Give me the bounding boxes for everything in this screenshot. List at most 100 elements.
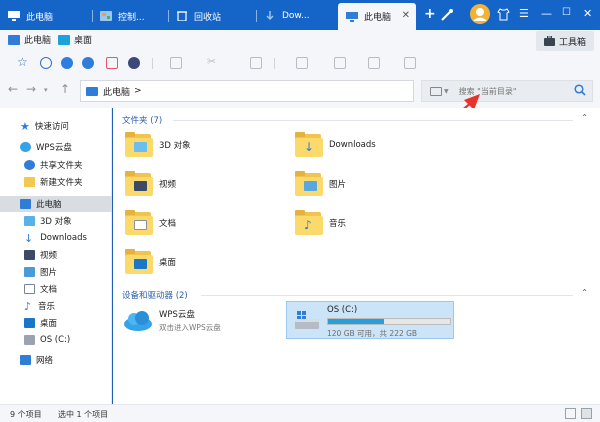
drive-name: OS (C:) xyxy=(327,305,358,315)
paste-icon[interactable] xyxy=(250,57,262,69)
wand-icon[interactable] xyxy=(440,8,454,22)
tab-bar: 此电脑 控制... 回收站 Dow... 此电脑 ✕ + ☰ — ☐ ✕ xyxy=(0,0,600,30)
devices-group-header[interactable]: 设备和驱动器 (2) xyxy=(122,289,188,301)
chevron-up-icon[interactable]: ⌃ xyxy=(581,113,588,122)
share-icon[interactable] xyxy=(82,57,94,69)
menu-icon[interactable]: ☰ xyxy=(519,7,529,20)
send-icon[interactable] xyxy=(61,57,73,69)
sidebar-item-music[interactable]: ♪ 音乐 xyxy=(0,298,112,314)
copy-icon[interactable] xyxy=(170,57,182,69)
shirt-icon[interactable] xyxy=(497,8,510,21)
window-close-icon[interactable]: ✕ xyxy=(583,7,592,20)
forward-arrow-icon[interactable]: → xyxy=(26,82,36,96)
tab-this-pc-1[interactable]: 此电脑 xyxy=(8,4,88,28)
video-icon xyxy=(24,250,35,260)
sidebar-item-downloads[interactable]: ↓ Downloads xyxy=(0,230,112,246)
briefcase-icon xyxy=(543,36,555,46)
sidebar-item-3d-objects[interactable]: 3D 对象 xyxy=(0,213,112,229)
sidebar-item-shared-folder[interactable]: 共享文件夹 xyxy=(0,157,112,173)
sidebar-item-network[interactable]: 网络 xyxy=(0,352,112,368)
sidebar-item-label: Downloads xyxy=(40,233,87,243)
clock-icon[interactable] xyxy=(40,57,52,69)
toolbox-button[interactable]: 工具箱 xyxy=(536,31,594,51)
tab-downloads[interactable]: Dow... xyxy=(264,4,332,28)
folder-icon xyxy=(125,132,153,158)
drive-free-space: 120 GB 可用，共 222 GB xyxy=(327,329,418,338)
sidebar-item-label: 图片 xyxy=(40,268,58,278)
group-divider xyxy=(173,120,573,121)
navigation-pane: ★ 快速访问 WPS云盘 共享文件夹 新建文件夹 此电脑 3D 对象 ↓ Dow… xyxy=(0,108,112,404)
person-icon[interactable] xyxy=(128,57,140,69)
tab-divider xyxy=(256,10,257,22)
rename-icon[interactable] xyxy=(368,57,380,69)
star-icon: ★ xyxy=(20,119,30,133)
search-icon[interactable] xyxy=(574,84,586,96)
sidebar-item-os-c[interactable]: OS (C:) xyxy=(0,332,112,348)
delete-icon[interactable] xyxy=(334,57,346,69)
sidebar-item-this-pc[interactable]: 此电脑 xyxy=(0,196,112,212)
address-bar[interactable]: 此电脑 > xyxy=(80,80,414,102)
desktop-icon xyxy=(58,34,70,45)
sidebar-item-quick-access[interactable]: ★ 快速访问 xyxy=(0,118,112,134)
drive-usage-bar xyxy=(327,318,451,325)
drive-os-c[interactable]: OS (C:) 120 GB 可用，共 222 GB xyxy=(286,301,454,339)
wps-cloud-name: WPS云盘 xyxy=(159,310,195,320)
quick-link-desktop[interactable]: 桌面 xyxy=(58,33,92,46)
tab-label: Dow... xyxy=(282,11,310,21)
folder-3d-objects[interactable]: 3D 对象 xyxy=(125,132,191,158)
folder-music[interactable]: ♪ 音乐 xyxy=(295,210,346,236)
tab-control-panel[interactable]: 控制... xyxy=(100,4,164,28)
back-arrow-icon[interactable]: ← xyxy=(8,82,18,96)
lock-icon[interactable] xyxy=(106,57,118,69)
maximize-icon[interactable]: ☐ xyxy=(562,7,571,18)
folder-pictures[interactable]: 图片 xyxy=(295,171,346,197)
folder-icon[interactable] xyxy=(296,57,308,69)
folder-icon xyxy=(24,177,35,187)
details-view-icon[interactable] xyxy=(565,408,576,419)
up-arrow-icon[interactable]: ↑ xyxy=(60,82,70,96)
sidebar-item-label: 3D 对象 xyxy=(40,217,72,227)
wps-cloud-item[interactable]: WPS云盘 双击进入WPS云盘 xyxy=(123,308,221,333)
sidebar-item-new-folder[interactable]: 新建文件夹 xyxy=(0,174,112,190)
drive-icon xyxy=(24,335,35,345)
cut-icon[interactable]: ✂ xyxy=(207,55,216,68)
folder-documents[interactable]: 文档 xyxy=(125,210,176,236)
folders-group-header[interactable]: 文件夹 (7) xyxy=(122,114,162,126)
address-path: 此电脑 xyxy=(103,87,131,98)
download-icon xyxy=(266,11,274,21)
music-icon: ♪ xyxy=(24,299,32,313)
avatar[interactable] xyxy=(470,4,490,24)
folder-icon: ↓ xyxy=(295,132,323,158)
close-icon[interactable]: ✕ xyxy=(402,10,410,21)
sidebar-item-desktop[interactable]: 桌面 xyxy=(0,315,112,331)
folder-icon xyxy=(295,171,323,197)
chevron-down-icon[interactable]: ▾ xyxy=(44,86,48,94)
recycle-bin-icon xyxy=(177,11,187,21)
drive-usage-fill xyxy=(328,319,385,324)
folder-videos[interactable]: 视频 xyxy=(125,171,176,197)
quick-link-this-pc[interactable]: 此电脑 xyxy=(8,33,51,46)
quick-link-label: 此电脑 xyxy=(24,36,52,46)
tab-recycle-bin[interactable]: 回收站 xyxy=(176,4,252,28)
address-row: ← → ▾ ↑ 此电脑 > ▼ xyxy=(0,74,600,108)
sidebar-item-pictures[interactable]: 图片 xyxy=(0,264,112,280)
tab-this-pc-active[interactable]: 此电脑 ✕ xyxy=(338,3,416,30)
folder-desktop[interactable]: 桌面 xyxy=(125,249,176,275)
tab-divider xyxy=(168,10,169,22)
tiles-view-icon[interactable] xyxy=(581,408,592,419)
sidebar-item-wps-cloud[interactable]: WPS云盘 xyxy=(0,139,112,155)
sidebar-item-label: OS (C:) xyxy=(40,335,71,345)
sidebar-item-label: 共享文件夹 xyxy=(40,161,83,171)
shared-folder-icon xyxy=(24,160,35,170)
chevron-up-icon[interactable]: ⌃ xyxy=(581,288,588,297)
new-tab-icon[interactable]: + xyxy=(424,6,436,22)
minimize-icon[interactable]: — xyxy=(541,7,552,20)
tab-label: 此电脑 xyxy=(364,13,392,23)
star-icon[interactable]: ☆ xyxy=(17,55,28,69)
folder-downloads[interactable]: ↓ Downloads xyxy=(295,132,376,158)
tab-divider xyxy=(92,10,93,22)
properties-icon[interactable] xyxy=(404,57,416,69)
sidebar-item-documents[interactable]: 文档 xyxy=(0,281,112,297)
sidebar-item-videos[interactable]: 视频 xyxy=(0,247,112,263)
toolbar-divider xyxy=(152,58,153,69)
